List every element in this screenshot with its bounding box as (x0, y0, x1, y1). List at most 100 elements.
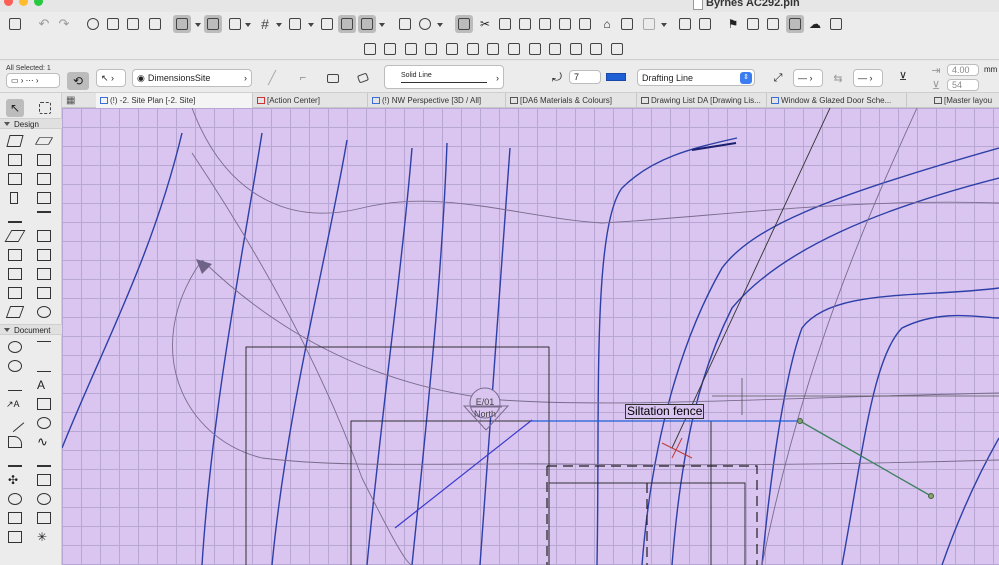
chevron-down-icon[interactable] (195, 23, 201, 27)
renovation-filter-icon[interactable] (764, 15, 782, 33)
element-info-icon[interactable] (618, 15, 636, 33)
railing-tool-icon[interactable] (381, 40, 399, 58)
find-select-icon[interactable] (84, 15, 102, 33)
save-button[interactable] (6, 15, 24, 33)
close-window-button[interactable] (4, 0, 13, 6)
tab-nw-perspective[interactable]: (!) NW Perspective [3D / All] (368, 93, 506, 108)
tab-site-plan[interactable]: (!) -2. Site Plan [-2. Site] (96, 93, 253, 108)
change-tool-icon[interactable] (37, 512, 51, 524)
polyline-tool-icon[interactable] (8, 436, 22, 448)
object-tool-icon[interactable] (37, 173, 51, 185)
line-type-selector[interactable]: Solid Line › (384, 65, 504, 89)
tab-window-schedule[interactable]: Window & Glazed Door Sche... (767, 93, 907, 108)
snap-points-icon[interactable] (226, 15, 244, 33)
guide-lines-toggle-icon[interactable] (173, 15, 191, 33)
zone-tool-icon[interactable] (37, 192, 51, 204)
pen-number-input[interactable]: 7 (569, 70, 601, 84)
grid-snap-icon[interactable]: # (256, 15, 274, 33)
siltation-fence-label[interactable]: Siltation fence (625, 404, 705, 419)
mesh-tool-icon[interactable] (484, 40, 502, 58)
elevation-dimension-icon[interactable] (8, 379, 22, 391)
arrowhead-icon[interactable]: ⤢ (769, 69, 787, 87)
elevation-tool-icon[interactable] (37, 474, 51, 486)
arrow-tool-selector[interactable]: ↖ › (96, 69, 126, 87)
arc-tool-icon[interactable] (37, 417, 51, 429)
layer-selector[interactable]: ◉ DimensionsSite › (132, 69, 252, 87)
object-tool-icon[interactable] (608, 40, 626, 58)
beam-tool-icon[interactable] (526, 40, 544, 58)
pick-up-parameters-icon[interactable] (124, 15, 142, 33)
angle-dimension-icon[interactable] (37, 360, 51, 372)
railing-tool-icon[interactable] (37, 211, 51, 223)
stair-tool-icon[interactable] (361, 40, 379, 58)
chevron-down-icon[interactable] (308, 23, 314, 27)
section-tool-icon[interactable]: ✣ (8, 474, 22, 486)
line-tool-icon[interactable] (5, 413, 25, 433)
polyline-geometry-icon[interactable]: ⌐ (294, 69, 312, 87)
radial-dimension-icon[interactable] (8, 360, 22, 372)
tab-materials-colours[interactable]: [DA6 Materials & Colours] (506, 93, 637, 108)
marquee-tool-icon[interactable] (36, 99, 54, 117)
design-section-header[interactable]: Design (0, 118, 62, 129)
home-icon[interactable]: ⌂ (598, 15, 616, 33)
arrow-angle-input[interactable]: 54 (947, 79, 979, 91)
door-tool-icon[interactable] (37, 154, 51, 166)
morph-tool-icon[interactable] (8, 268, 22, 280)
floor-plan-view-icon[interactable] (396, 15, 414, 33)
marquee-icon[interactable] (358, 15, 376, 33)
adjust-icon[interactable] (516, 15, 534, 33)
display-icon[interactable] (786, 15, 804, 33)
3d-view-icon[interactable] (416, 15, 434, 33)
roof-tool-icon[interactable] (402, 40, 420, 58)
split-icon[interactable] (496, 15, 514, 33)
rectangle-geometry-icon[interactable] (324, 69, 342, 87)
magic-wand-icon[interactable] (338, 15, 356, 33)
undo-button[interactable]: ↶ (35, 15, 53, 33)
arrange-icon[interactable] (576, 15, 594, 33)
pen-color-swatch[interactable] (606, 73, 626, 81)
chevron-down-icon[interactable] (276, 23, 282, 27)
drawing-canvas[interactable]: E/01 North Siltation fence (62, 108, 999, 565)
line-end-selector[interactable]: — › (853, 69, 883, 87)
interior-elevation-icon[interactable] (8, 493, 22, 505)
worksheet-tool-icon[interactable] (37, 493, 51, 505)
rotated-rectangle-icon[interactable] (354, 69, 372, 87)
group-icon[interactable] (455, 15, 473, 33)
wall-tool-icon[interactable] (6, 135, 24, 147)
minimize-window-button[interactable] (19, 0, 28, 6)
window-tool-icon[interactable] (8, 173, 22, 185)
window-tool-icon[interactable] (587, 40, 605, 58)
tab-drawing-list[interactable]: Drawing List DA [Drawing Lis... (637, 93, 767, 108)
renovation-icon[interactable] (744, 15, 762, 33)
mesh-tool-icon[interactable] (37, 268, 51, 280)
line-geometry-icon[interactable]: ╱ (263, 69, 281, 87)
text-tool-icon[interactable]: A (37, 379, 51, 391)
slab-tool-icon[interactable] (34, 137, 54, 145)
detail-tool-icon[interactable] (8, 512, 22, 524)
chevron-down-icon[interactable] (661, 23, 667, 27)
wall-end-icon[interactable] (464, 40, 482, 58)
line-start-selector[interactable]: — › (793, 69, 823, 87)
column-tool-icon[interactable] (8, 154, 22, 166)
arrow-size-input[interactable]: 4.00 (947, 64, 979, 76)
tab-overview-icon[interactable]: ▦ (66, 95, 75, 106)
curtain-wall-tool-icon[interactable] (37, 249, 51, 261)
favorites-icon[interactable]: ⟲ (67, 72, 89, 90)
layer-combination-icon[interactable] (318, 15, 336, 33)
stair-tool-icon[interactable] (8, 211, 22, 223)
scissors-icon[interactable]: ✂ (476, 15, 494, 33)
label-tool-icon[interactable]: ↗A (6, 398, 20, 410)
chevron-down-icon[interactable] (437, 23, 443, 27)
trace-reference-icon[interactable] (286, 15, 304, 33)
inject-parameters-icon[interactable] (146, 15, 164, 33)
fill-tool-icon[interactable] (37, 398, 51, 410)
line-category-select[interactable]: Drafting Line ⇕ (637, 69, 755, 86)
tab-master-layout[interactable]: [Master layou (930, 93, 999, 108)
fillet-icon[interactable] (536, 15, 554, 33)
lock-icon[interactable] (640, 15, 658, 33)
chevron-down-icon[interactable] (245, 23, 251, 27)
stair-alt-tool-icon[interactable] (37, 287, 51, 299)
skylight-tool-icon[interactable] (8, 249, 22, 261)
curve-edit-icon[interactable] (556, 15, 574, 33)
element-type-selector[interactable]: ▭ › ⋯ › (6, 73, 60, 88)
